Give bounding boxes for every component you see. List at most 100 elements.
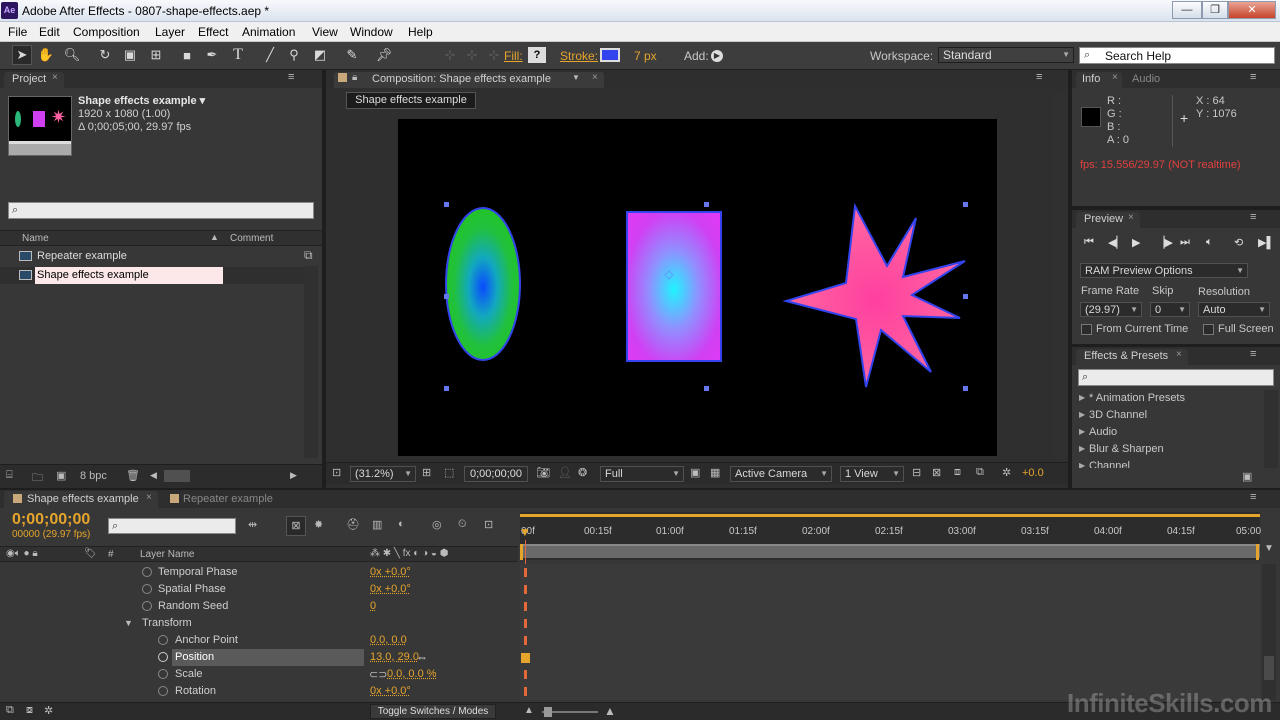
- first-frame-icon[interactable]: ⏮: [1084, 236, 1094, 249]
- clone-stamp-tool-icon[interactable]: ⚲: [284, 45, 304, 65]
- property-row-selected[interactable]: Position 13.0, 29.0 ⇔: [0, 649, 518, 666]
- panel-menu-icon[interactable]: ≡: [1250, 348, 1256, 360]
- ellipse-shape[interactable]: [445, 207, 521, 361]
- chevron-down-icon[interactable]: ▼: [572, 73, 580, 82]
- stroke-swatch[interactable]: [600, 48, 620, 62]
- draft-3d-icon[interactable]: ✸: [314, 518, 323, 531]
- effects-category[interactable]: ▶ Audio: [1072, 424, 1264, 441]
- constrain-proportions-icon[interactable]: ⊂⊃: [369, 668, 387, 681]
- brainstorm-icon[interactable]: ◎: [432, 518, 442, 531]
- property-value[interactable]: 13.0, 29.0: [370, 651, 419, 663]
- tab-composition[interactable]: Composition: Shape effects example: [372, 73, 551, 85]
- region-of-interest-icon[interactable]: ▣: [690, 466, 700, 479]
- scroll-right-icon[interactable]: ▶: [290, 470, 297, 481]
- stopwatch-icon[interactable]: [158, 652, 168, 662]
- effects-scrollbar[interactable]: [1264, 390, 1278, 468]
- stopwatch-icon[interactable]: [158, 635, 168, 645]
- menu-file[interactable]: File: [8, 25, 27, 39]
- stroke-width-value[interactable]: 7 px: [634, 49, 657, 63]
- channel-rgb-icon[interactable]: ❂: [578, 466, 587, 479]
- keyframe-marker[interactable]: [524, 602, 527, 611]
- label-icon[interactable]: 🏷︎: [84, 548, 97, 559]
- stroke-label[interactable]: Stroke:: [560, 49, 598, 63]
- resolution-dropdown[interactable]: Full: [600, 466, 684, 482]
- eraser-tool-icon[interactable]: ◩: [310, 45, 330, 65]
- tab-effects-presets[interactable]: Effects & Presets: [1084, 350, 1168, 362]
- effects-search-field[interactable]: ⌕: [1078, 369, 1274, 386]
- property-row[interactable]: Temporal Phase 0x +0.0°: [0, 564, 518, 581]
- panel-menu-icon[interactable]: ≡: [1250, 491, 1256, 503]
- menu-composition[interactable]: Composition: [73, 25, 140, 39]
- expand-in-out-icon[interactable]: ✲: [44, 704, 53, 717]
- next-frame-icon[interactable]: ▕▶: [1156, 236, 1173, 249]
- close-icon[interactable]: ×: [1176, 349, 1182, 360]
- zoom-out-icon[interactable]: ▲: [524, 705, 534, 716]
- project-scrollbar[interactable]: [304, 266, 318, 458]
- mask-visibility-icon[interactable]: ⬚: [444, 466, 454, 479]
- ram-preview-icon[interactable]: ▶▌: [1258, 236, 1274, 249]
- new-comp-icon[interactable]: ▣: [56, 469, 66, 482]
- show-snapshot-icon[interactable]: 👤︎: [558, 466, 572, 479]
- hide-shy-layers-icon[interactable]: ⛑: [346, 518, 360, 531]
- ram-preview-options-dropdown[interactable]: RAM Preview Options: [1080, 263, 1248, 278]
- keyframe-marker[interactable]: [524, 636, 527, 645]
- zoom-slider-thumb[interactable]: [544, 707, 552, 717]
- property-value[interactable]: 0x +0.0°: [370, 583, 411, 595]
- brush-tool-icon[interactable]: ╱: [260, 45, 280, 65]
- av-features-icon[interactable]: ◉🔈︎ ● 🔒︎: [6, 548, 38, 559]
- new-preset-icon[interactable]: ▣: [1242, 470, 1252, 483]
- rectangle-shape[interactable]: [626, 211, 722, 362]
- close-icon[interactable]: ×: [52, 72, 58, 83]
- timeline-current-time[interactable]: 0;00;00;00: [12, 511, 90, 529]
- switches-icons[interactable]: ⁂ ✱ ╲ fx ◐ ◑ ◒ ⬢: [370, 548, 448, 559]
- transparency-grid-icon[interactable]: ▦: [710, 466, 720, 479]
- resolution-dropdown[interactable]: Auto: [1198, 302, 1270, 317]
- property-row[interactable]: Rotation 0x +0.0°: [0, 683, 518, 700]
- horizontal-scroll-thumb[interactable]: [164, 470, 190, 482]
- comp-scrollbar[interactable]: [1052, 92, 1066, 458]
- menu-effect[interactable]: Effect: [198, 25, 228, 39]
- timeline-search-field[interactable]: ⌕: [108, 518, 236, 534]
- expand-layer-switches-icon[interactable]: ⧉: [6, 704, 14, 717]
- roto-brush-tool-icon[interactable]: ✎: [342, 45, 362, 65]
- interpret-footage-icon[interactable]: ⌸: [6, 469, 13, 482]
- property-value[interactable]: 0.0, 0.0: [370, 634, 407, 646]
- property-row[interactable]: Scale ⊂⊃ 0.0, 0.0 %: [0, 666, 518, 683]
- keyframe-marker[interactable]: [524, 585, 527, 594]
- timeline-scrollbar[interactable]: [1262, 564, 1276, 700]
- effects-category[interactable]: ▶ 3D Channel: [1072, 407, 1264, 424]
- loop-icon[interactable]: ⟲: [1234, 236, 1243, 249]
- stopwatch-icon[interactable]: [142, 567, 152, 577]
- sort-ascending-icon[interactable]: ▲: [210, 232, 219, 242]
- rotate-tool-icon[interactable]: ↻: [95, 45, 115, 65]
- auto-keyframe-icon[interactable]: ⏲: [458, 518, 467, 531]
- property-row[interactable]: Anchor Point 0.0, 0.0: [0, 632, 518, 649]
- rectangle-tool-icon[interactable]: ■: [177, 45, 197, 65]
- camera-snapshot-icon[interactable]: 📷︎: [536, 466, 550, 479]
- safe-zones-icon[interactable]: ⊞: [422, 466, 431, 479]
- camera-tool-icon[interactable]: ▣: [120, 45, 140, 65]
- fast-previews-icon[interactable]: ⊠: [932, 466, 941, 479]
- motion-blur-icon[interactable]: ◐: [398, 518, 405, 530]
- graph-editor-icon[interactable]: ⊡: [484, 518, 493, 531]
- keyframe-marker[interactable]: [524, 568, 527, 577]
- stopwatch-icon[interactable]: [142, 584, 152, 594]
- flowchart-icon[interactable]: ⧉: [976, 466, 984, 479]
- workspace-dropdown[interactable]: Standard: [938, 47, 1074, 63]
- world-axis-icon[interactable]: ⊹: [462, 45, 482, 65]
- project-item[interactable]: Repeater example: [0, 248, 304, 265]
- toggle-switches-modes-button[interactable]: Toggle Switches / Modes: [370, 704, 496, 719]
- tab-project[interactable]: Project: [12, 73, 46, 85]
- audio-icon[interactable]: 🔈︎: [1206, 236, 1213, 249]
- menu-view[interactable]: View: [312, 25, 338, 39]
- comp-breadcrumb[interactable]: Shape effects example: [346, 92, 476, 109]
- flowchart-icon[interactable]: ⧉: [304, 248, 313, 263]
- playhead-icon[interactable]: ▼: [519, 525, 531, 539]
- comp-name[interactable]: Shape effects example ▾: [78, 94, 205, 107]
- skip-dropdown[interactable]: 0: [1150, 302, 1190, 317]
- comp-viewer[interactable]: [398, 119, 997, 456]
- menu-edit[interactable]: Edit: [39, 25, 60, 39]
- current-time-field[interactable]: 0;00;00;00: [464, 466, 528, 482]
- search-help-field[interactable]: ⌕ Search Help: [1079, 47, 1275, 64]
- selection-tool-icon[interactable]: ➤: [12, 45, 32, 65]
